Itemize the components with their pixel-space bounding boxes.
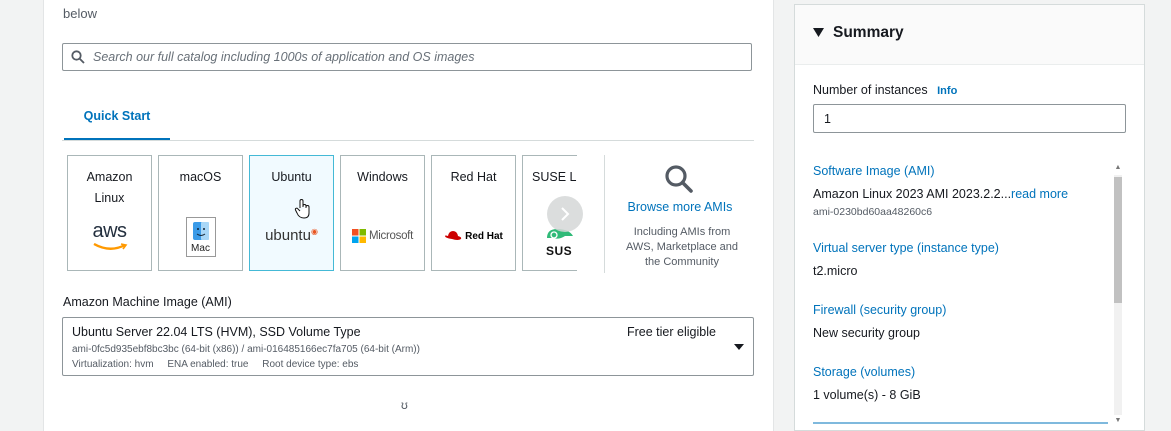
instances-input[interactable] [813,104,1126,133]
redhat-logo: Red Hat [432,230,515,242]
os-card-label: SUSE Li [532,170,577,184]
ubuntu-logo: ubuntu◉ [250,227,333,244]
hand-cursor-icon [294,199,310,219]
ami-virtualization: Virtualization: hvm [72,359,154,370]
storage-link[interactable]: Storage (volumes) [813,365,915,379]
os-card-ubuntu[interactable]: Ubuntu ubuntu◉ [249,155,334,271]
caret-down-icon [734,344,744,350]
microsoft-logo: Microsoft [341,229,424,243]
summary-scrollbar[interactable]: ▲ ▼ [1111,163,1123,428]
os-card-amazon-linux[interactable]: Amazon Linux aws [67,155,152,271]
os-card-macos[interactable]: macOS Mac [158,155,243,271]
software-image-id: ami-0230bd60aa48260c6 [813,206,933,218]
mac-logo: Mac [159,217,242,257]
microsoft-icon [352,229,367,243]
os-card-label: Windows [357,170,408,184]
ami-tabs: Quick Start [62,93,754,141]
aws-smile-icon [92,243,127,250]
ubuntu-circle-icon: ◉ [310,227,318,236]
summary-header[interactable]: Summary [795,5,1144,65]
software-image-name: Amazon Linux 2023 AMI 2023.2.2... [813,187,1012,201]
storage-value: 1 volume(s) - 8 GiB [813,388,921,402]
ami-search-input[interactable] [91,49,751,65]
ubuntu-wordmark: ubuntu [265,227,311,244]
tab-quick-start[interactable]: Quick Start [64,93,170,140]
chevron-right-icon [561,207,570,221]
loading-indicator: ʊ [401,398,408,412]
section-description: below [63,6,97,21]
scroll-edge-indicator [813,422,1108,424]
os-card-label: Red Hat [450,170,497,184]
read-more-link[interactable]: read more [1011,187,1068,201]
firewall-value: New security group [813,326,920,340]
mac-logo-text: Mac [191,243,210,254]
finder-icon: Mac [185,217,216,257]
search-icon [71,50,85,64]
red-hat-icon [445,231,462,240]
ami-ena: ENA enabled: true [167,359,249,370]
microsoft-logo-text: Microsoft [369,230,413,242]
ami-ids: ami-0fc5d935ebf8bc3bc (64-bit (x86)) / a… [72,344,420,355]
software-image-link[interactable]: Software Image (AMI) [813,164,935,178]
software-image-value: Amazon Linux 2023 AMI 2023.2.2...read mo… [813,187,1068,201]
ami-selection-panel: below Quick Start Amazon Linux aws macOS [43,0,774,431]
ubuntu-logo-text: ubuntu◉ [265,227,318,244]
browse-more-amis-description: Including AMIs from AWS, Marketplace and… [625,226,739,268]
aws-logo: aws [68,220,151,251]
redhat-logo-text: Red Hat [465,230,503,242]
scroll-thumb[interactable] [1114,177,1122,303]
os-card-red-hat[interactable]: Red Hat Red Hat [431,155,516,271]
ami-field-label: Amazon Machine Image (AMI) [63,295,232,309]
suse-logo-text: SUS [546,244,573,258]
os-card-label: Ubuntu [271,170,312,184]
instance-type-value: t2.micro [813,264,858,278]
free-tier-badge: Free tier eligible [627,325,716,339]
scroll-down-icon[interactable]: ▼ [1114,416,1122,426]
ami-search-box[interactable] [62,43,752,71]
summary-panel: Summary Number of instances Info Softwar… [794,4,1145,431]
os-card-windows[interactable]: Windows Microsoft [340,155,425,271]
carousel-next-button[interactable] [547,196,583,232]
ami-root-device: Root device type: ebs [262,359,359,370]
caret-down-icon [813,28,824,37]
aws-logo-text: aws [92,220,127,242]
search-icon [665,165,693,193]
summary-title: Summary [833,24,904,41]
ami-meta: Virtualization: hvm ENA enabled: true Ro… [72,359,369,370]
instance-type-link[interactable]: Virtual server type (instance type) [813,241,999,255]
ami-select[interactable]: Ubuntu Server 22.04 LTS (HVM), SSD Volum… [62,317,754,376]
os-card-label: macOS [179,170,222,184]
firewall-link[interactable]: Firewall (security group) [813,303,946,317]
browse-more-amis[interactable]: Browse more AMIs Including AMIs from AWS… [604,155,755,273]
instances-info-link[interactable]: Info [937,85,957,97]
instances-label-row: Number of instances Info [813,83,957,97]
instances-label: Number of instances [813,83,928,97]
browse-more-amis-link[interactable]: Browse more AMIs [605,200,755,214]
os-card-label: Amazon Linux [86,170,133,205]
ami-name: Ubuntu Server 22.04 LTS (HVM), SSD Volum… [72,325,361,339]
scroll-up-icon[interactable]: ▲ [1114,163,1122,173]
